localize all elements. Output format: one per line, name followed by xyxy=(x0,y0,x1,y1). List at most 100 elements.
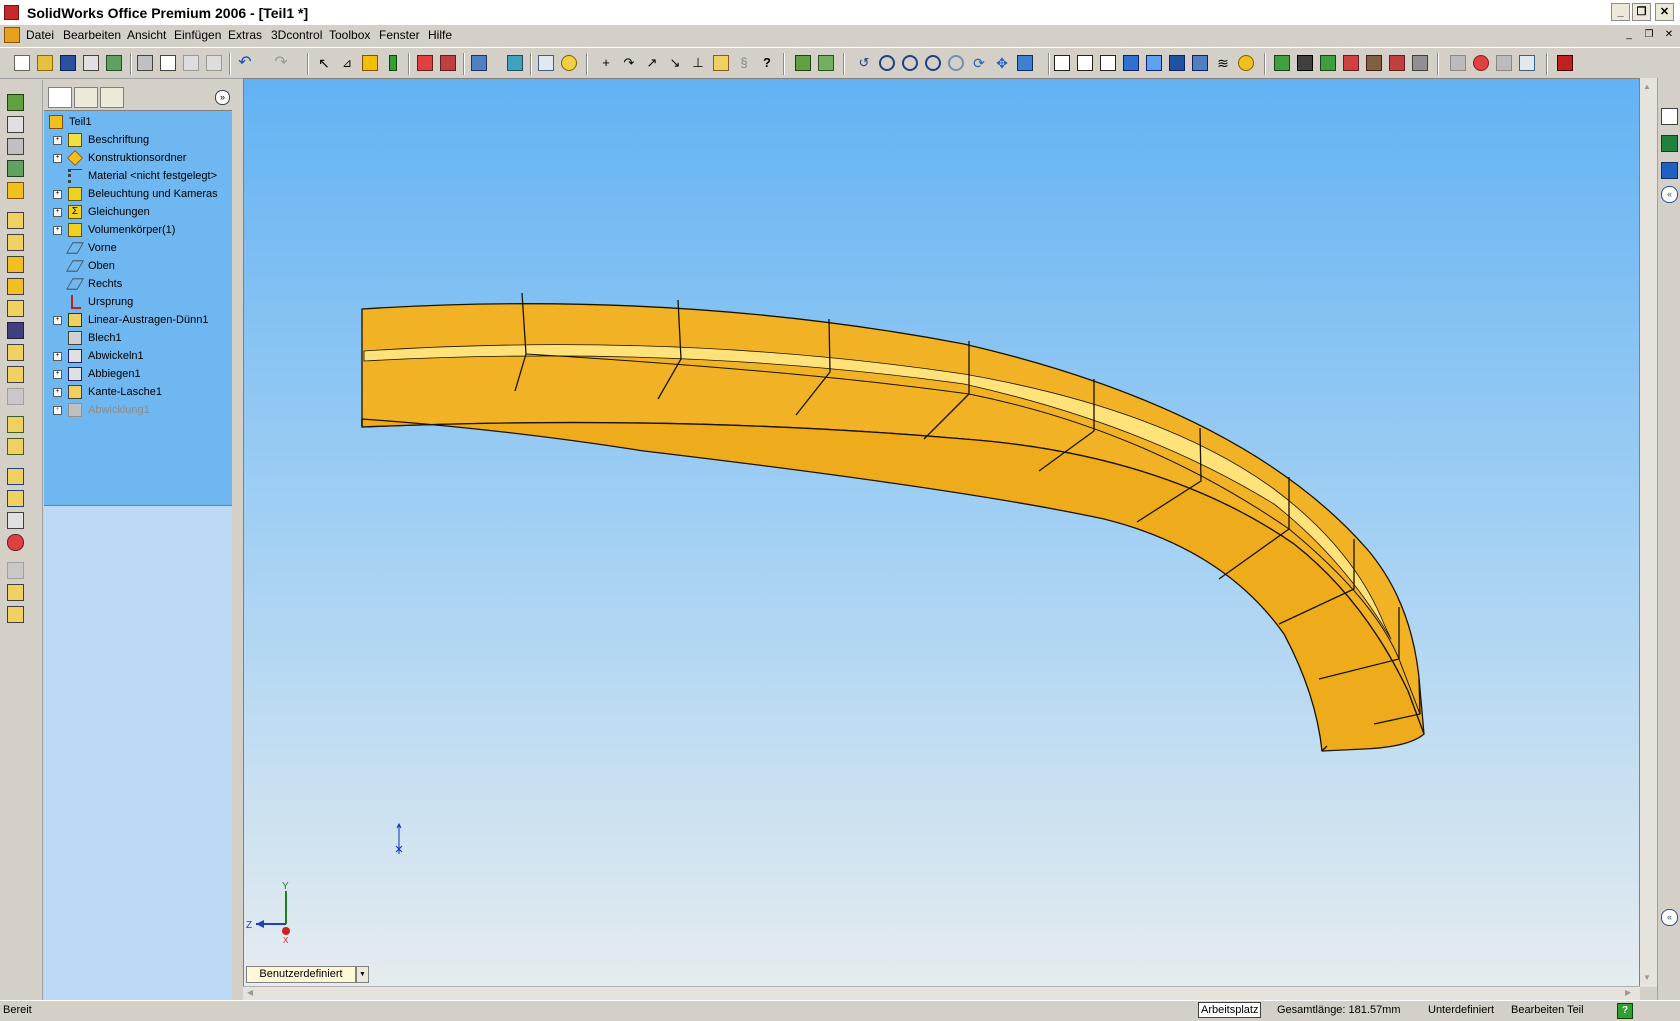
tab-configurationmanager[interactable] xyxy=(100,87,124,108)
shaded-icon[interactable] xyxy=(1146,55,1162,71)
tree-item[interactable]: + Beleuchtung und Kameras xyxy=(44,185,232,203)
expand-icon[interactable]: + xyxy=(53,190,62,199)
expand-icon[interactable]: + xyxy=(53,154,62,163)
link-icon[interactable]: § xyxy=(736,55,752,71)
collapse-panel-icon[interactable]: » xyxy=(215,90,230,105)
camera-icon[interactable] xyxy=(1297,55,1313,71)
copy-icon[interactable] xyxy=(183,55,199,71)
expand-icon[interactable]: + xyxy=(53,208,62,217)
traffic-light-icon[interactable] xyxy=(389,55,397,71)
disabled-tool-icon[interactable] xyxy=(1450,55,1466,71)
plane-tool-icon[interactable] xyxy=(7,182,24,199)
horizontal-scrollbar[interactable]: ◀ ▶ xyxy=(243,986,1640,1001)
surface-icon[interactable] xyxy=(713,55,729,71)
arc-icon[interactable]: ↷ xyxy=(621,55,637,71)
shadows-icon[interactable] xyxy=(1169,55,1185,71)
shaded-with-edges-icon[interactable] xyxy=(1123,55,1139,71)
smart-tool-icon[interactable] xyxy=(7,138,24,155)
minimize-button[interactable]: _ xyxy=(1611,3,1630,21)
realview-icon[interactable] xyxy=(1238,55,1254,71)
standard-views-icon[interactable] xyxy=(1017,55,1033,71)
tree-item-suppressed[interactable]: + Abwicklung1 xyxy=(44,401,232,419)
menu-fenster[interactable]: Fenster xyxy=(379,28,420,42)
photoworks-icon[interactable] xyxy=(1274,55,1290,71)
tree-item[interactable]: Blech1 xyxy=(44,329,232,347)
scroll-right-icon[interactable]: ▶ xyxy=(1625,988,1631,997)
restore-button[interactable]: ❐ xyxy=(1632,3,1651,21)
print-icon[interactable] xyxy=(137,55,153,71)
tree-item[interactable]: + Volumenkörper(1) xyxy=(44,221,232,239)
simulation-icon[interactable] xyxy=(1389,55,1405,71)
hidden-lines-visible-icon[interactable] xyxy=(1077,55,1093,71)
lofted-bend-icon[interactable] xyxy=(7,490,24,507)
scroll-up-icon[interactable]: ▲ xyxy=(1643,82,1651,91)
scroll-down-icon[interactable]: ▼ xyxy=(1643,973,1651,982)
previous-view-icon[interactable]: ↺ xyxy=(856,55,872,71)
reference-geometry-icon[interactable] xyxy=(7,160,24,177)
graphics-area[interactable]: Y Z X Benutzerdefiniert ▼ xyxy=(243,78,1640,989)
hidden-lines-removed-icon[interactable] xyxy=(1100,55,1116,71)
render-icon[interactable] xyxy=(1320,55,1336,71)
rebuild-icon[interactable] xyxy=(106,55,122,71)
menu-3dcontrol[interactable]: 3Dcontrol xyxy=(271,28,322,42)
zoom-in-out-icon[interactable] xyxy=(925,55,941,71)
tree-item[interactable]: Rechts xyxy=(44,275,232,293)
expand-icon[interactable]: + xyxy=(53,226,62,235)
tab-featuremanager[interactable] xyxy=(48,87,72,108)
dimension-tool-icon[interactable] xyxy=(7,116,24,133)
file-explorer-icon[interactable] xyxy=(1661,162,1678,179)
home-icon[interactable] xyxy=(1661,108,1678,125)
section-icon[interactable] xyxy=(1192,55,1208,71)
3d-icon[interactable] xyxy=(1343,55,1359,71)
properties-icon[interactable] xyxy=(83,55,99,71)
expand-icon[interactable]: + xyxy=(53,352,62,361)
break-corner-icon[interactable] xyxy=(7,534,24,551)
menu-datei[interactable]: Datei xyxy=(26,28,54,42)
scroll-left-icon[interactable]: ◀ xyxy=(247,988,253,997)
line-icon[interactable]: ↗ xyxy=(644,55,660,71)
rotate-view-icon[interactable]: ⟳ xyxy=(971,55,987,71)
model-canvas[interactable]: Y Z X xyxy=(244,79,1639,988)
sketch-tool-icon[interactable] xyxy=(7,94,24,111)
view-dropdown-icon[interactable]: ▼ xyxy=(356,966,369,983)
zoom-selection-icon[interactable] xyxy=(948,55,964,71)
vertical-scrollbar[interactable]: ▲ ▼ xyxy=(1640,78,1657,987)
menu-toolbox[interactable]: Toolbox xyxy=(329,28,370,42)
document-icon[interactable] xyxy=(4,27,20,43)
select-cursor-icon[interactable]: ↖ xyxy=(316,55,332,71)
tree-item[interactable]: Oben xyxy=(44,257,232,275)
doc-restore-button[interactable]: ❐ xyxy=(1642,28,1656,41)
corner-relief-icon[interactable] xyxy=(7,512,24,529)
menu-extras[interactable]: Extras xyxy=(228,28,262,42)
tree-item[interactable]: Material <nicht festgelegt> xyxy=(44,167,232,185)
sketched-bend-icon[interactable] xyxy=(7,322,24,339)
help-icon[interactable] xyxy=(561,55,577,71)
insert-bends-icon[interactable] xyxy=(7,416,24,433)
toolbox-icon[interactable] xyxy=(1366,55,1382,71)
expand-icon[interactable]: + xyxy=(53,316,62,325)
view-orientation-icon[interactable] xyxy=(471,55,487,71)
tree-item[interactable]: + Abbiegen1 xyxy=(44,365,232,383)
new-document-icon[interactable] xyxy=(14,55,30,71)
comment-icon[interactable] xyxy=(1496,55,1512,71)
library-icon[interactable] xyxy=(1661,135,1678,152)
tree-item[interactable]: + Abwickeln1 xyxy=(44,347,232,365)
closed-corner-icon[interactable] xyxy=(7,344,24,361)
unfold-tool-icon[interactable] xyxy=(7,366,24,383)
tree-item[interactable]: Vorne xyxy=(44,239,232,257)
point-icon[interactable]: + xyxy=(598,55,614,71)
doc-minimize-button[interactable]: _ xyxy=(1622,28,1636,41)
move-component-icon[interactable] xyxy=(1412,55,1428,71)
no-bends-icon[interactable] xyxy=(7,562,24,579)
tab-propertymanager[interactable] xyxy=(74,87,98,108)
save-icon[interactable] xyxy=(60,55,76,71)
miter-flange-icon[interactable] xyxy=(7,234,24,251)
expand-icon[interactable]: + xyxy=(53,136,62,145)
measure-icon[interactable] xyxy=(795,55,811,71)
grid-icon[interactable] xyxy=(417,55,433,71)
selection-filter-icon[interactable]: ⊿ xyxy=(339,55,355,71)
tree-root[interactable]: Teil1 xyxy=(44,113,232,131)
arrow-icon[interactable]: ↘ xyxy=(667,55,683,71)
view-name-box[interactable]: Benutzerdefiniert ▼ xyxy=(244,966,369,984)
jog-icon[interactable] xyxy=(7,300,24,317)
